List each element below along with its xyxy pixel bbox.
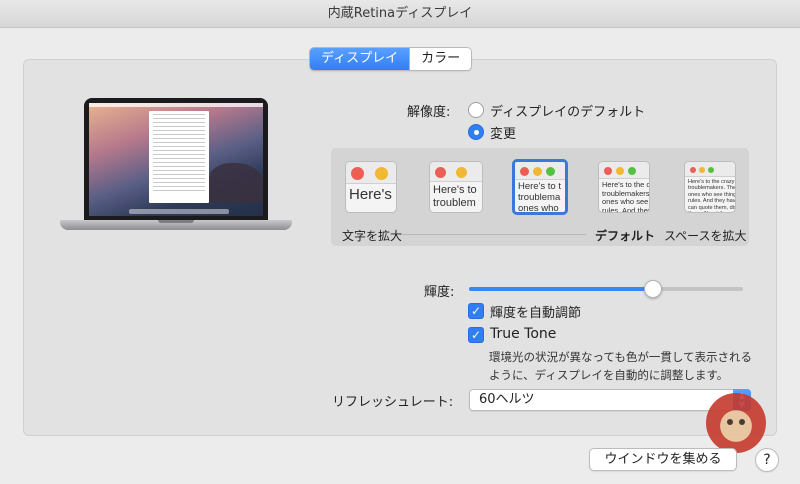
window-control-dot xyxy=(375,167,388,180)
window-control-dot xyxy=(546,167,555,176)
laptop-base xyxy=(60,220,292,230)
thumbnail-sample-text: rules. And they xyxy=(602,205,649,213)
default-scale-label: デフォルト xyxy=(595,229,656,243)
radio-scaled-resolution[interactable] xyxy=(468,124,484,140)
tab-color[interactable]: カラー xyxy=(409,48,472,70)
resolution-thumbnail[interactable]: Here's xyxy=(345,161,397,213)
window-control-dot xyxy=(533,167,542,176)
auto-brightness-label[interactable]: 輝度を自動調節 xyxy=(490,302,581,321)
thumbnail-sample-text: troublemakers. The r xyxy=(688,185,735,192)
watermark-logo xyxy=(706,393,766,453)
macbook-illustration xyxy=(60,98,292,238)
auto-brightness-checkbox[interactable]: ✓ xyxy=(468,303,484,319)
screen-document-window xyxy=(149,111,209,203)
refresh-rate-label: リフレッシュレート: xyxy=(332,395,454,410)
window-control-dot xyxy=(616,167,624,175)
true-tone-label[interactable]: True Tone xyxy=(490,326,556,342)
wallpaper-island xyxy=(209,163,263,203)
brightness-slider-knob[interactable] xyxy=(643,280,662,298)
thumbnail-sample-text: Here's to xyxy=(433,184,477,196)
screen-dock xyxy=(129,209,229,214)
true-tone-description: 環境光の状況が異なっても色が一貫して表示される ように、ディスプレイを自動的に調… xyxy=(489,348,752,384)
brightness-label: 輝度: xyxy=(424,285,455,300)
gather-windows-button[interactable]: ウインドウを集める xyxy=(589,448,737,471)
window-control-dot xyxy=(628,167,636,175)
default-resolution-label[interactable]: ディスプレイのデフォルト xyxy=(490,101,645,120)
resolution-thumbnail[interactable]: Here's to t troublema ones who xyxy=(512,159,568,215)
window-control-dot xyxy=(456,167,467,178)
resolution-thumbnail[interactable]: Here's to troublem xyxy=(429,161,483,213)
true-tone-description-line2: ように、ディスプレイを自動的に調整します。 xyxy=(489,368,729,382)
brightness-slider[interactable] xyxy=(469,287,743,291)
brightness-slider-fill xyxy=(469,287,653,291)
true-tone-checkbox[interactable]: ✓ xyxy=(468,327,484,343)
window-control-dot xyxy=(604,167,612,175)
thumbnail-sample-text: troublem xyxy=(433,196,476,209)
segmented-tabs: ディスプレイ カラー xyxy=(309,47,473,71)
window-title: 内蔵Retinaディスプレイ xyxy=(0,0,800,28)
scale-divider-line xyxy=(400,234,586,235)
scaled-resolution-label[interactable]: 変更 xyxy=(490,123,516,142)
thumbnail-sample-text: ones who xyxy=(518,202,559,214)
laptop-lid xyxy=(84,98,268,222)
resolution-thumbnail[interactable]: Here's to the c troublemakers. ones who se… xyxy=(598,161,650,213)
window-control-dot xyxy=(351,167,364,180)
laptop-screen xyxy=(89,103,263,216)
larger-text-label: 文字を拡大 xyxy=(342,229,403,243)
window-control-dot xyxy=(435,167,446,178)
help-button[interactable]: ? xyxy=(755,448,779,472)
screen-menubar xyxy=(89,103,263,107)
window-control-dot xyxy=(708,167,714,173)
true-tone-description-line1: 環境光の状況が異なっても色が一貫して表示される xyxy=(489,350,753,364)
radio-default-resolution[interactable] xyxy=(468,102,484,118)
window-control-dot xyxy=(699,167,705,173)
window-control-dot xyxy=(690,167,696,173)
thumbnail-sample-text: Here's xyxy=(349,186,392,203)
window-control-dot xyxy=(520,167,529,176)
refresh-rate-value: 60ヘルツ xyxy=(479,392,535,407)
thumbnail-sample-text: rules. And they have n xyxy=(688,198,735,205)
resolution-thumbnail[interactable]: Here's to the crazy onetroublemakers. Th… xyxy=(684,161,736,213)
resolution-label: 解像度: xyxy=(407,105,451,120)
tab-display[interactable]: ディスプレイ xyxy=(310,48,410,70)
more-space-label: スペースを拡大 xyxy=(664,229,747,243)
thumbnail-sample-text: them. About the only th xyxy=(688,211,735,212)
